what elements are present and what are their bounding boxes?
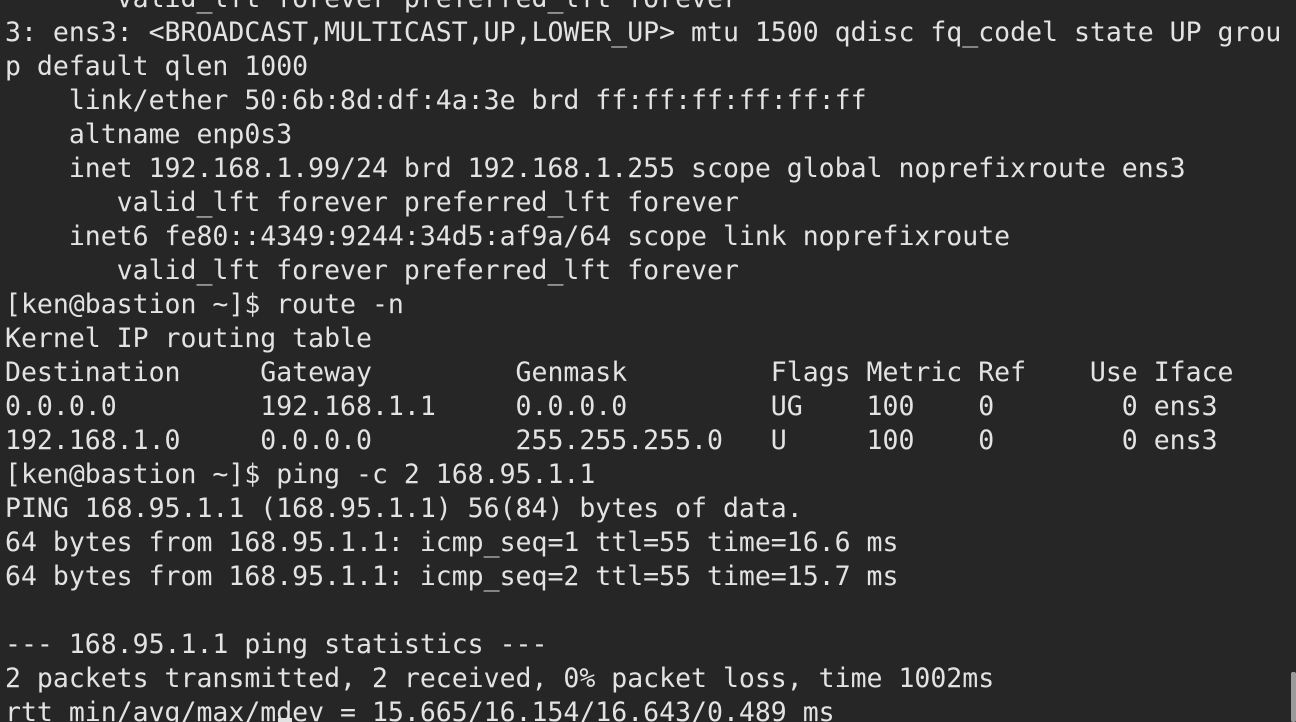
prompt-line: [ken@bastion ~]$ ping -c 2 168.95.1.1 — [5, 459, 596, 490]
output-line: 64 bytes from 168.95.1.1: icmp_seq=2 ttl… — [5, 561, 899, 592]
prompt-line: [ken@bastion ~]$ route -n — [5, 289, 404, 320]
text-cursor — [278, 718, 292, 722]
output-line: 64 bytes from 168.95.1.1: icmp_seq=1 ttl… — [5, 527, 899, 558]
routing-table-row: 0.0.0.0 192.168.1.1 0.0.0.0 UG 100 0 0 e… — [5, 391, 1218, 422]
output-line: inet6 fe80::4349:9244:34d5:af9a/64 scope… — [5, 221, 1011, 252]
output-line: valid_lft forever preferred_lft forever — [5, 255, 739, 286]
output-line: 3: ens3: <BROADCAST,MULTICAST,UP,LOWER_U… — [5, 17, 1282, 48]
output-line: altname enp0s3 — [5, 119, 293, 150]
routing-table-row: 192.168.1.0 0.0.0.0 255.255.255.0 U 100 … — [5, 425, 1218, 456]
output-line: valid_lft forever preferred_lft forever — [5, 187, 739, 218]
output-line: valid_lft forever preferred_lft forever — [5, 0, 1296, 16]
output-line: Kernel IP routing table — [5, 323, 372, 354]
routing-table-header: Destination Gateway Genmask Flags Metric… — [5, 357, 1234, 388]
output-line: inet 192.168.1.99/24 brd 192.168.1.255 s… — [5, 153, 1186, 184]
terminal-window[interactable]: valid_lft forever preferred_lft forever … — [0, 0, 1296, 722]
output-line: PING 168.95.1.1 (168.95.1.1) 56(84) byte… — [5, 493, 803, 524]
output-line: link/ether 50:6b:8d:df:4a:3e brd ff:ff:f… — [5, 85, 867, 116]
output-line: p default qlen 1000 — [5, 51, 309, 82]
scrollbar[interactable] — [1291, 672, 1296, 722]
output-line: rtt min/avg/max/mdev = 15.665/16.154/16.… — [5, 697, 835, 722]
terminal-output: valid_lft forever preferred_lft forever … — [5, 0, 1296, 722]
output-line: --- 168.95.1.1 ping statistics --- — [5, 629, 548, 660]
output-line: 2 packets transmitted, 2 received, 0% pa… — [5, 663, 995, 694]
